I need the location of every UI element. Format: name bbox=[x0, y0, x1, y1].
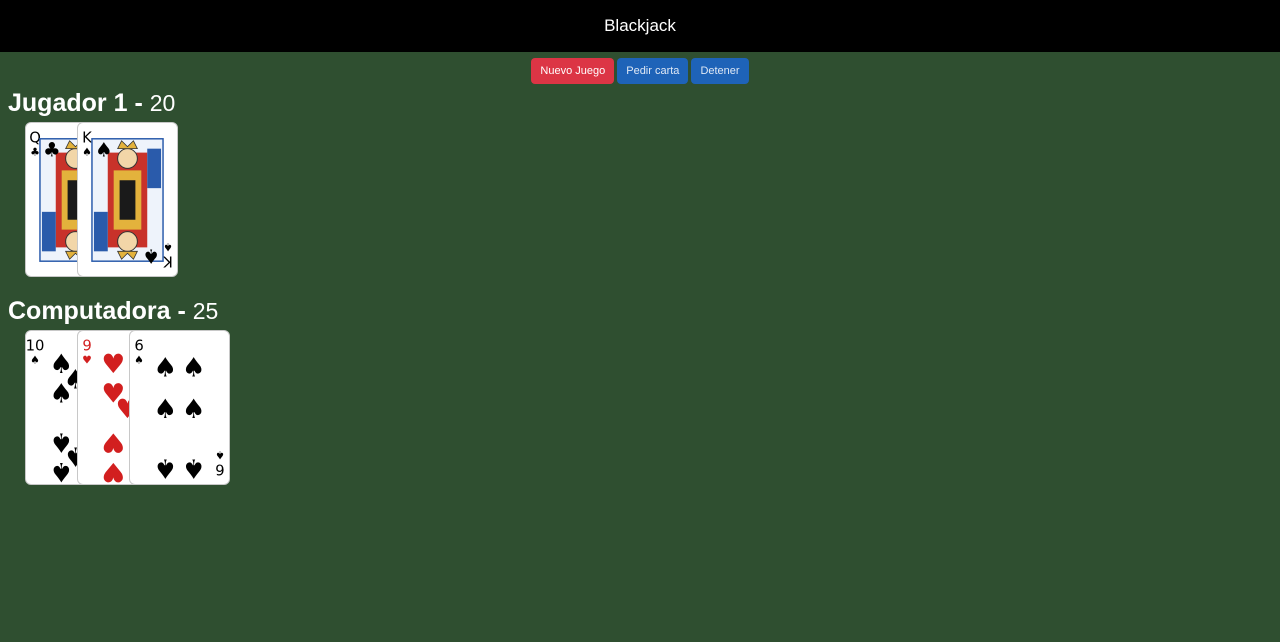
pip-mark: ♠ bbox=[49, 456, 73, 484]
computer-heading: Computadora - 25 bbox=[8, 296, 1280, 326]
computer-score: 25 bbox=[192, 298, 219, 324]
pip-mark: ♥ bbox=[101, 456, 125, 484]
pip-mark: ♠ bbox=[153, 394, 177, 425]
stand-button[interactable]: Detener bbox=[691, 58, 749, 84]
pip-mark: ♥ bbox=[101, 349, 125, 380]
player-heading: Jugador 1 - 20 bbox=[8, 88, 1280, 118]
card-suit: ♠ bbox=[215, 448, 225, 461]
card-suit: ♥ bbox=[82, 354, 92, 367]
card-face: K♠K♠♠♠ bbox=[82, 130, 173, 270]
pip-mark: ♥ bbox=[101, 426, 125, 457]
playing-card: 6 ♠ 6 ♠ ♠ ♠ ♠ ♠ ♠ ♠ bbox=[129, 330, 230, 485]
pip-mark: ♣ bbox=[43, 139, 61, 162]
computer-separator: - bbox=[177, 297, 186, 325]
pip-mark: ♠ bbox=[182, 452, 206, 483]
card-suit: ♠ bbox=[30, 354, 40, 367]
card-suit: ♣ bbox=[30, 146, 40, 159]
pip-mark: ♠ bbox=[182, 394, 206, 425]
card-face: 6♠6♠♠ ♠♠ ♠♠ ♠ bbox=[134, 338, 225, 484]
player-hand: Q♣Q♣♣♣K♠K♠♠♠ bbox=[25, 122, 1280, 282]
card-rank: 6 bbox=[134, 338, 143, 355]
pip-mark: ♠ bbox=[49, 378, 73, 409]
computer-hand: 10♠10♠♠♠♠♠♠♠♠♠♠♠9♥9♥♥♥♥♥♥♥♥♥♥6♠6♠♠♠♠♠♠♠ bbox=[25, 330, 1280, 490]
player-area: Jugador 1 - 20 Q♣Q♣♣♣K♠K♠♠♠ bbox=[8, 88, 1280, 282]
card-rank: Q bbox=[29, 130, 41, 147]
new-game-button[interactable]: Nuevo Juego bbox=[531, 58, 615, 84]
computer-area: Computadora - 25 10♠10♠♠♠♠♠♠♠♠♠♠♠9♥9♥♥♥♥… bbox=[8, 296, 1280, 490]
computer-name: Computadora bbox=[8, 297, 171, 325]
header-bar: Blackjack bbox=[0, 0, 1280, 52]
pip-mark: ♠ bbox=[142, 244, 160, 267]
playing-card: K ♠ K ♠ ♠ ♠ bbox=[77, 122, 178, 277]
card-rank: 9 bbox=[82, 338, 91, 355]
app-title: Blackjack bbox=[604, 16, 676, 35]
card-suit: ♠ bbox=[163, 240, 173, 253]
player-name: Jugador 1 bbox=[8, 89, 128, 117]
pip-mark: ♠ bbox=[153, 452, 177, 483]
button-bar: Nuevo Juego Pedir carta Detener bbox=[0, 58, 1280, 84]
pip-mark: ♠ bbox=[153, 352, 177, 383]
card-rank: 10 bbox=[26, 338, 44, 355]
pip-mark: ♠ bbox=[95, 139, 113, 162]
hit-button[interactable]: Pedir carta bbox=[617, 58, 689, 84]
card-suit: ♠ bbox=[134, 354, 144, 367]
card-suit: ♠ bbox=[82, 146, 92, 159]
player-separator: - bbox=[134, 89, 143, 117]
pip-mark: ♠ bbox=[182, 352, 206, 383]
player-score: 20 bbox=[149, 90, 176, 116]
card-rank: 6 bbox=[215, 460, 224, 477]
